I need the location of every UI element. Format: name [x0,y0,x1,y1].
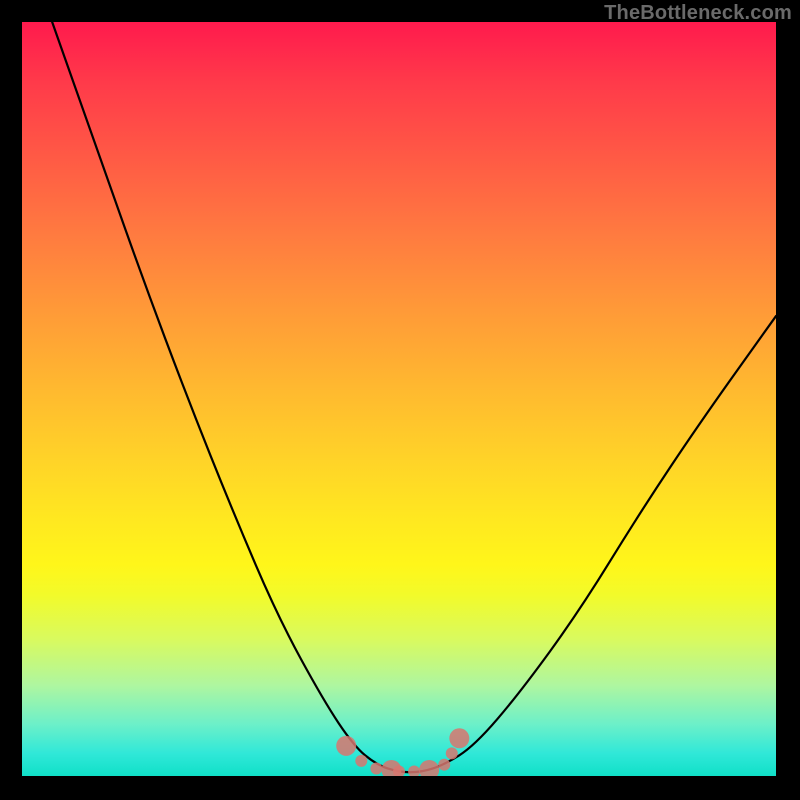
bottom-marker [408,765,420,776]
bottleneck-curve [52,22,776,772]
bottom-marker [438,759,450,771]
bottom-marker-group [336,728,469,776]
chart-plot-area [22,22,776,776]
bottom-marker [381,760,401,776]
bottom-marker [355,755,367,767]
bottom-marker [393,765,405,776]
bottom-marker [336,736,356,756]
bottom-marker [446,747,458,759]
bottom-marker [370,762,382,774]
bottom-marker [449,728,469,748]
curve-svg [22,22,776,776]
bottom-marker [419,760,439,776]
